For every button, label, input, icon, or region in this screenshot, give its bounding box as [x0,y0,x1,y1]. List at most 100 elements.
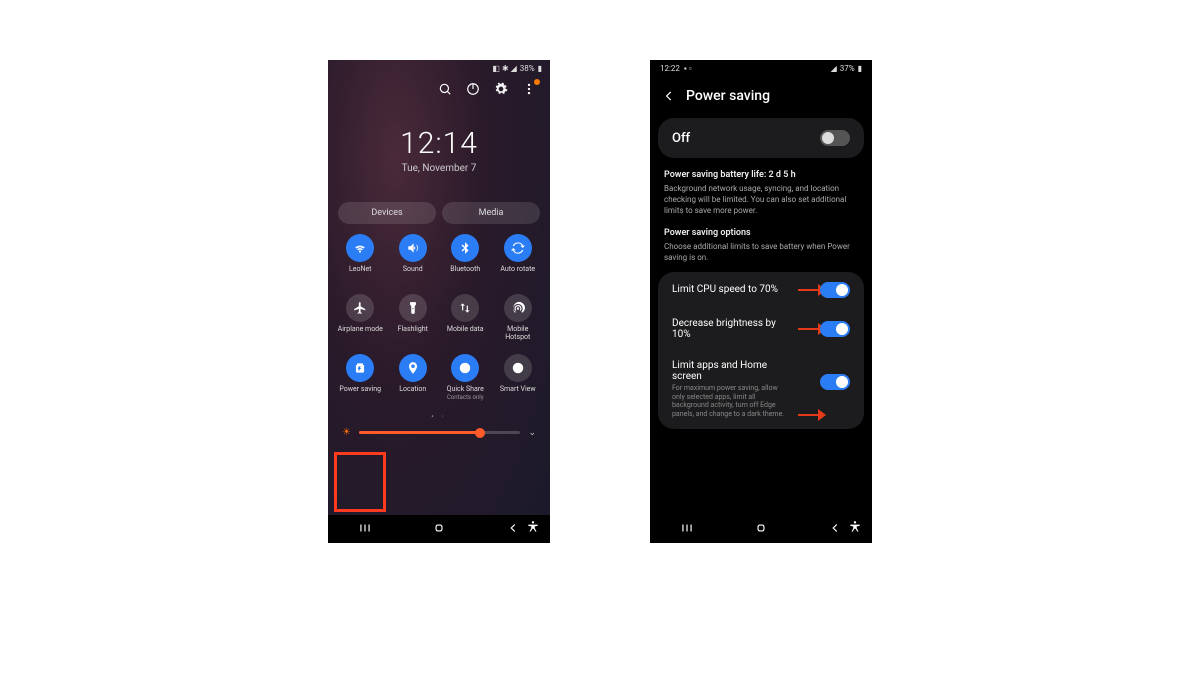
tile-label: Airplane mode [338,326,383,334]
accessibility-icon[interactable] [526,520,540,537]
tile-hotspot[interactable]: Mobile Hotspot [492,294,545,350]
tile-mobile-data[interactable]: Mobile data [439,294,492,350]
recents-button[interactable] [680,521,694,538]
master-toggle-card: Off [658,118,864,158]
flashlight-icon [399,294,427,322]
option-limit-apps[interactable]: Limit apps and Home screen For maximum p… [658,350,864,429]
clock-date: Tue, November 7 [328,163,550,174]
rotate-icon [504,234,532,262]
mobiledata-icon [451,294,479,322]
battery-text: 38% [520,64,535,73]
tile-label: Mobile data [447,326,484,334]
battery-icon: ▮ [858,64,862,73]
location-icon [399,354,427,382]
tile-label: Auto rotate [500,266,535,274]
tile-label: Flashlight [398,326,428,334]
tile-label: Power saving [339,386,381,394]
panel-tabs: Devices Media [328,202,550,224]
option-brightness[interactable]: Decrease brightness by 10% [658,308,864,350]
nav-bar [650,515,872,543]
options-subheading: Choose additional limits to save battery… [664,242,858,264]
page-header: Power saving [650,76,872,114]
tile-auto-rotate[interactable]: Auto rotate [492,234,545,290]
option-limit-cpu[interactable]: Limit CPU speed to 70% [658,272,864,308]
powersave-icon [346,354,374,382]
sound-icon [399,234,427,262]
tab-media[interactable]: Media [442,202,540,224]
bluetooth-icon [451,234,479,262]
quickshare-icon [451,354,479,382]
tile-quick-share[interactable]: Quick Share Contacts only [439,354,492,410]
status-notif-icons: ▪ ▫ [684,64,692,73]
accessibility-icon[interactable] [848,520,862,537]
tile-smart-view[interactable]: Smart View [492,354,545,410]
tile-label: Quick Share [447,386,484,394]
status-time: 12:22 [660,64,680,73]
phone-quick-panel: ◧ ✱ ◢ 38% ▮ 12:14 Tue, November 7 Device… [328,60,550,543]
tile-label: Sound [403,266,423,274]
quick-settings-grid: LeoNet Sound Bluetooth Auto rotate Airpl… [328,224,550,410]
tile-airplane[interactable]: Airplane mode [334,294,387,350]
tile-label: Mobile Hotspot [495,326,541,341]
option-toggle[interactable] [820,321,850,337]
status-bar: ◧ ✱ ◢ 38% ▮ [328,60,550,76]
description-text: Background network usage, syncing, and l… [664,184,858,216]
options-heading-block: Power saving options Choose additional l… [650,220,872,268]
battery-life-label: Power saving battery life: 2 d 5 h [664,170,858,180]
tile-label: LeoNet [349,266,371,274]
tile-location[interactable]: Location [387,354,440,410]
search-icon[interactable] [438,82,452,96]
slider-thumb[interactable] [475,428,485,438]
back-button[interactable] [506,521,520,538]
option-label: Limit apps and Home screen [672,360,790,382]
battery-life-info: Power saving battery life: 2 d 5 h Backg… [650,162,872,220]
tab-devices[interactable]: Devices [338,202,436,224]
clock: 12:14 Tue, November 7 [328,126,550,174]
battery-text: 37% [840,64,855,73]
tile-label: Location [399,386,426,394]
option-label: Limit CPU speed to 70% [672,284,790,295]
tile-label: Bluetooth [450,266,480,274]
brightness-slider[interactable]: ☀ ⌄ [328,421,550,438]
more-icon[interactable] [522,82,536,96]
master-label: Off [672,131,690,146]
slider-track[interactable] [359,431,520,434]
master-toggle[interactable] [820,130,850,146]
tile-power-saving[interactable]: Power saving [334,354,387,410]
recents-button[interactable] [358,521,372,538]
callout-arrow [798,409,826,421]
gear-icon[interactable] [494,82,508,96]
brightness-icon: ☀ [342,427,351,438]
status-indicators: ◧ ✱ ◢ [492,64,516,73]
callout-highlight [334,452,386,512]
home-button[interactable] [754,521,768,538]
tile-bluetooth[interactable]: Bluetooth [439,234,492,290]
option-toggle[interactable] [820,282,850,298]
nav-bar [328,515,550,543]
option-sublabel: For maximum power saving, allow only sel… [672,384,790,419]
tile-flashlight[interactable]: Flashlight [387,294,440,350]
power-icon[interactable] [466,82,480,96]
smartview-icon [504,354,532,382]
tile-sublabel: Contacts only [447,394,484,401]
options-heading: Power saving options [664,228,858,238]
panel-actions [328,76,550,98]
signal-icon: ◢ [831,64,837,73]
option-toggle[interactable] [820,374,850,390]
airplane-icon [346,294,374,322]
page-title: Power saving [686,88,770,104]
back-icon[interactable] [662,89,676,103]
tile-sound[interactable]: Sound [387,234,440,290]
status-bar: 12:22 ▪ ▫ ◢ 37% ▮ [650,60,872,76]
slider-fill [359,431,480,434]
home-button[interactable] [432,521,446,538]
back-button[interactable] [828,521,842,538]
hotspot-icon [504,294,532,322]
tile-label: Smart View [500,386,536,394]
chevron-down-icon[interactable]: ⌄ [528,428,536,438]
phone-power-saving-settings: 12:22 ▪ ▫ ◢ 37% ▮ Power saving Off Power… [650,60,872,543]
options-card: Limit CPU speed to 70% Decrease brightne… [658,272,864,429]
tile-wifi[interactable]: LeoNet [334,234,387,290]
page-indicator: • · [328,412,550,421]
master-toggle-row[interactable]: Off [658,118,864,158]
